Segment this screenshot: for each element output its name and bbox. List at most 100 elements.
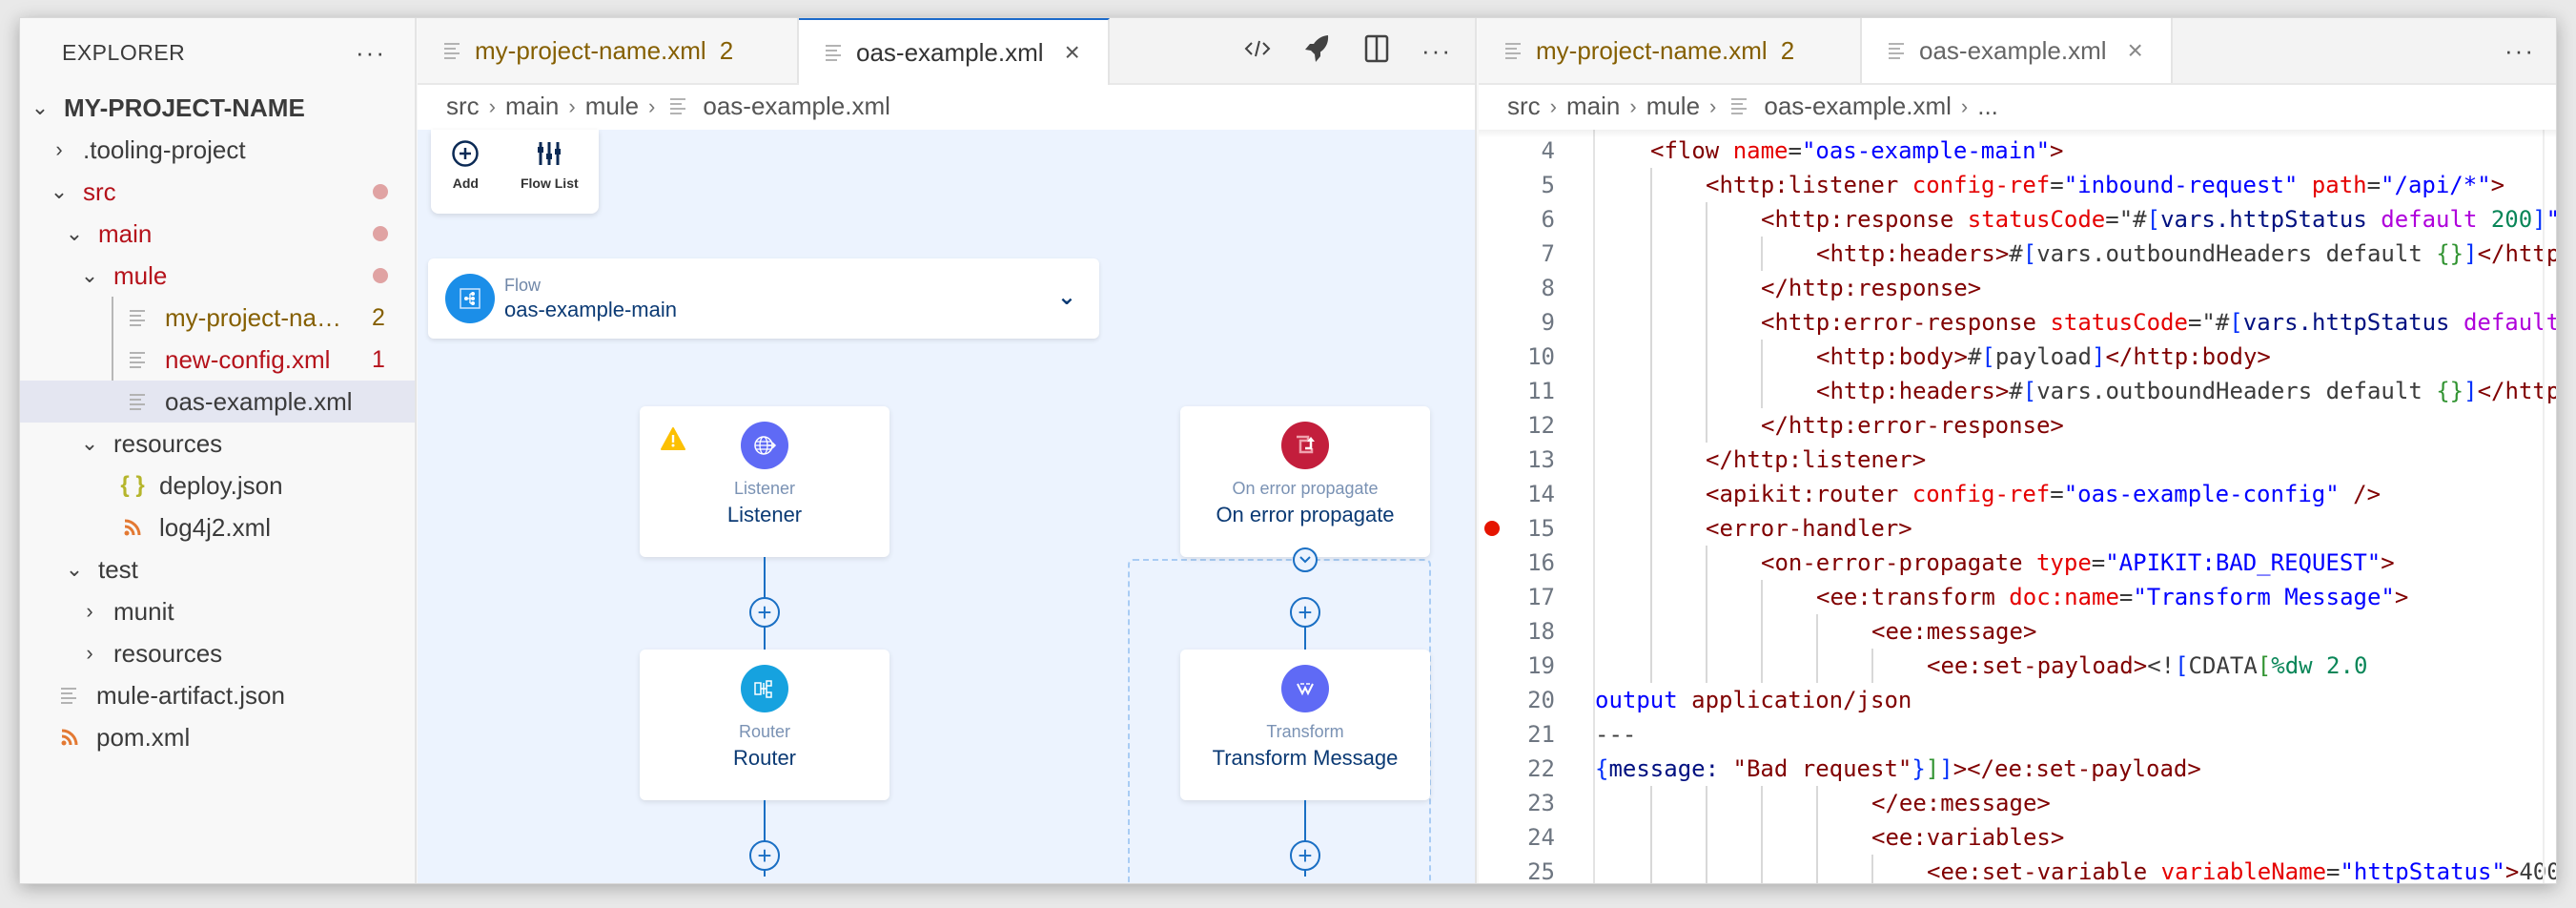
code-token: {}: [2436, 240, 2464, 267]
chevron-down-icon: ⌄: [65, 557, 84, 581]
indent-guide: [1706, 237, 1761, 271]
node-listener[interactable]: Listener Listener: [640, 406, 889, 557]
line-number[interactable]: 24: [1479, 820, 1593, 855]
tree-item-test[interactable]: ⌄ test: [20, 548, 415, 590]
line-number[interactable]: 20: [1479, 683, 1593, 717]
code-token: ---: [1595, 721, 1637, 748]
breadcrumb-item[interactable]: src: [446, 92, 480, 121]
breadcrumb-item[interactable]: mule: [585, 92, 639, 121]
collapse-scope-button[interactable]: [1293, 547, 1318, 572]
breadcrumb-item[interactable]: mule: [1646, 92, 1700, 121]
breadcrumb-item[interactable]: ...: [1977, 92, 1998, 121]
tab-oas-example-xml[interactable]: oas-example.xml ×: [799, 18, 1110, 85]
code-token: [: [2146, 206, 2161, 233]
tree-item-label: mule: [113, 260, 168, 290]
tree-item-mule[interactable]: ⌄ mule: [20, 255, 415, 297]
tree-root-my-project-name[interactable]: ⌄ MY-PROJECT-NAME: [20, 87, 415, 129]
line-number[interactable]: 10: [1479, 340, 1593, 374]
add-step-button[interactable]: +: [1290, 840, 1320, 871]
add-step-button[interactable]: +: [1290, 597, 1320, 628]
tree-item-pom-xml[interactable]: pom.xml: [20, 716, 415, 758]
tree-item-label: resources: [113, 428, 223, 458]
line-number[interactable]: 7: [1479, 237, 1593, 271]
breadcrumb-item[interactable]: main: [505, 92, 559, 121]
line-number[interactable]: 11: [1479, 374, 1593, 408]
tree-item-new-config-xml[interactable]: new-config.xml 1: [20, 339, 415, 381]
line-number[interactable]: 14: [1479, 477, 1593, 511]
rocket-icon[interactable]: [1303, 33, 1332, 69]
line-number[interactable]: 21: [1479, 717, 1593, 752]
node-on-error-propagate[interactable]: On error propagate On error propagate: [1180, 406, 1430, 557]
line-number[interactable]: 18: [1479, 614, 1593, 649]
tree-item-my-project-name-xml[interactable]: my-project-name... 2: [20, 297, 415, 339]
code-token: 400: [2519, 858, 2557, 884]
breadcrumb-item[interactable]: main: [1566, 92, 1620, 121]
line-number[interactable]: 15: [1479, 511, 1593, 546]
node-type-label: Listener: [733, 479, 796, 498]
breadcrumb-item[interactable]: oas-example.xml: [703, 92, 890, 121]
code-icon[interactable]: [1244, 37, 1271, 65]
tree-item-resources[interactable]: ⌄ resources: [20, 423, 415, 464]
more-icon[interactable]: ···: [2504, 38, 2535, 63]
node-transform-message[interactable]: Transform Transform Message: [1180, 650, 1430, 800]
tab-my-project-name-xml[interactable]: my-project-name.xml 2: [418, 18, 799, 83]
indent-guide: [1650, 855, 1706, 883]
code-line: <ee:message>: [1595, 614, 2556, 649]
line-number[interactable]: 5: [1479, 168, 1593, 202]
split-editor-icon[interactable]: [1364, 34, 1389, 68]
code-lines[interactable]: <flow name="oas-example-main"> <http:list…: [1595, 130, 2557, 884]
tree-item-munit[interactable]: › munit: [20, 590, 415, 632]
vscode-window: EXPLORER ··· ⌄ MY-PROJECT-NAME › .toolin…: [19, 17, 2557, 884]
flow-selector[interactable]: Flow oas-example-main ⌄: [428, 258, 1099, 339]
problem-count-badge: 2: [1780, 35, 1795, 65]
flow-list-button[interactable]: Flow List: [521, 139, 579, 214]
line-number[interactable]: 4: [1479, 134, 1593, 168]
tree-item-main[interactable]: ⌄ main: [20, 213, 415, 255]
line-number[interactable]: 22: [1479, 752, 1593, 786]
warning-icon: [661, 427, 685, 455]
line-number-gutter[interactable]: 4 5 6 7 8 9 10 11 12 13 14 15 16 17 18 19 20 21 22 23 24 25: [1479, 130, 1595, 883]
tree-item-tooling-project[interactable]: › .tooling-project: [20, 129, 415, 171]
breadcrumb-item[interactable]: oas-example.xml: [1764, 92, 1952, 121]
line-number[interactable]: 19: [1479, 649, 1593, 683]
code-token: %dw 2.0: [2271, 652, 2368, 679]
line-number[interactable]: 9: [1479, 305, 1593, 340]
add-step-button[interactable]: +: [749, 597, 780, 628]
code-line: <flow name="oas-example-main">: [1595, 134, 2556, 168]
tree-item-log4j2-xml[interactable]: log4j2.xml: [20, 506, 415, 548]
tab-oas-example-xml[interactable]: oas-example.xml ×: [1862, 18, 2173, 83]
add-button[interactable]: Add: [451, 139, 480, 214]
more-icon[interactable]: ···: [1421, 38, 1452, 63]
line-number[interactable]: 6: [1479, 202, 1593, 237]
tree-item-test-resources[interactable]: › resources: [20, 632, 415, 674]
add-step-button[interactable]: +: [749, 840, 780, 871]
scrollbar-track[interactable]: [2543, 130, 2545, 883]
breakpoint-icon[interactable]: [1484, 521, 1500, 536]
code-token: <http:response: [1761, 206, 1968, 233]
chevron-down-icon[interactable]: ⌄: [1057, 283, 1076, 311]
tree-item-src[interactable]: ⌄ src: [20, 171, 415, 213]
code-editor[interactable]: 4 5 6 7 8 9 10 11 12 13 14 15 16 17 18 19 20 21 22 23 24 25 <…: [1479, 130, 2557, 884]
line-number[interactable]: 12: [1479, 408, 1593, 443]
code-token: "oas-example-config": [2063, 481, 2340, 507]
code-token: path: [2311, 172, 2367, 198]
breadcrumb-item[interactable]: src: [1507, 92, 1541, 121]
line-number[interactable]: 23: [1479, 786, 1593, 820]
indent-guide: [1650, 168, 1706, 202]
node-router[interactable]: Router Router: [640, 650, 889, 800]
explorer-more-button[interactable]: ···: [356, 40, 386, 65]
line-number[interactable]: 8: [1479, 271, 1593, 305]
tree-item-mule-artifact-json[interactable]: mule-artifact.json: [20, 674, 415, 716]
line-number[interactable]: 17: [1479, 580, 1593, 614]
close-icon[interactable]: ×: [2128, 35, 2143, 66]
close-icon[interactable]: ×: [1065, 37, 1080, 68]
line-number[interactable]: 25: [1479, 855, 1593, 883]
tab-my-project-name-xml[interactable]: my-project-name.xml 2: [1479, 18, 1862, 83]
code-line: <ee:set-variable variableName="httpStatu…: [1595, 855, 2557, 884]
tree-item-oas-example-xml[interactable]: oas-example.xml: [20, 381, 415, 423]
file-lines-icon: [1889, 40, 1906, 62]
indent-guide: [1761, 580, 1816, 614]
line-number[interactable]: 13: [1479, 443, 1593, 477]
line-number[interactable]: 16: [1479, 546, 1593, 580]
tree-item-deploy-json[interactable]: { } deploy.json: [20, 464, 415, 506]
